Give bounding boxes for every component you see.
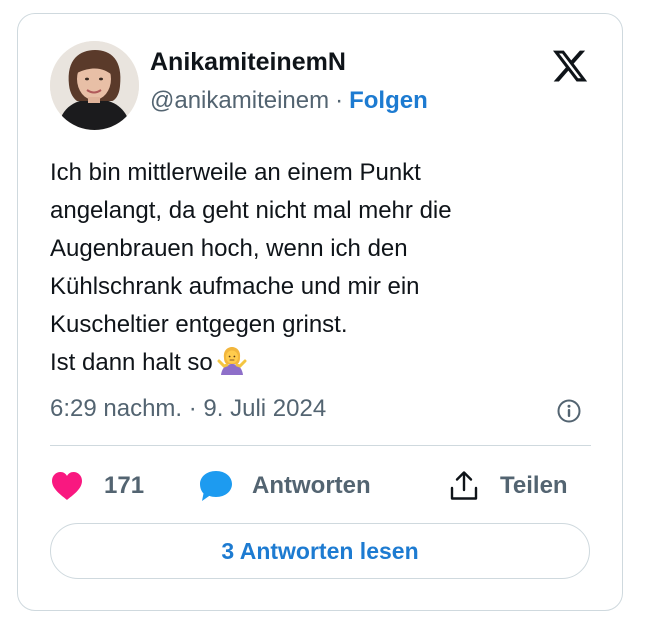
reply-button[interactable]: Antworten	[198, 462, 371, 510]
info-icon[interactable]	[556, 398, 582, 424]
x-logo-icon[interactable]	[551, 47, 589, 85]
person-shrugging-emoji-icon	[217, 346, 247, 388]
author-meta-row: @anikamiteinem · Folgen	[150, 87, 428, 115]
like-count: 171	[104, 472, 145, 499]
share-button[interactable]: Teilen	[448, 462, 568, 510]
share-upload-icon	[450, 471, 478, 500]
tweet-line: Ich bin mittlerweile an einem Punkt	[50, 159, 421, 186]
read-replies-button[interactable]: 3 Antworten lesen	[50, 523, 590, 579]
tweet-line: angelangt, da geht nicht mal mehr die	[50, 197, 452, 224]
meta-separator: ·	[335, 87, 344, 114]
share-label: Teilen	[500, 472, 568, 499]
tweet-line: Kuscheltier entgegen grinst.	[50, 311, 348, 338]
tweet-actions-bar: 171 Antworten Teilen	[50, 462, 591, 510]
tweet-line: Kühlschrank aufmache und mir ein	[50, 273, 420, 300]
author-handle[interactable]: @anikamiteinem	[150, 87, 329, 114]
avatar[interactable]	[50, 41, 139, 130]
tweet-text: Ich bin mittlerweile an einem Punkt ange…	[50, 154, 590, 388]
tweet-line: Augenbrauen hoch, wenn ich den	[50, 235, 408, 262]
reply-label: Antworten	[252, 472, 371, 499]
like-button[interactable]: 171	[50, 462, 144, 510]
speech-bubble-icon	[200, 471, 232, 501]
tweet-embed-card: AnikamiteinemN @anikamiteinem · Folgen Ich…	[17, 13, 623, 611]
tweet-line: Ist dann halt so	[50, 349, 213, 376]
divider	[50, 445, 591, 446]
tweet-last-line: Ist dann halt so	[50, 344, 590, 388]
heart-icon	[52, 472, 82, 500]
follow-button[interactable]: Folgen	[349, 87, 428, 114]
tweet-timestamp[interactable]: 6:29 nachm. · 9. Juli 2024	[50, 395, 326, 423]
author-display-name[interactable]: AnikamiteinemN	[150, 48, 346, 77]
